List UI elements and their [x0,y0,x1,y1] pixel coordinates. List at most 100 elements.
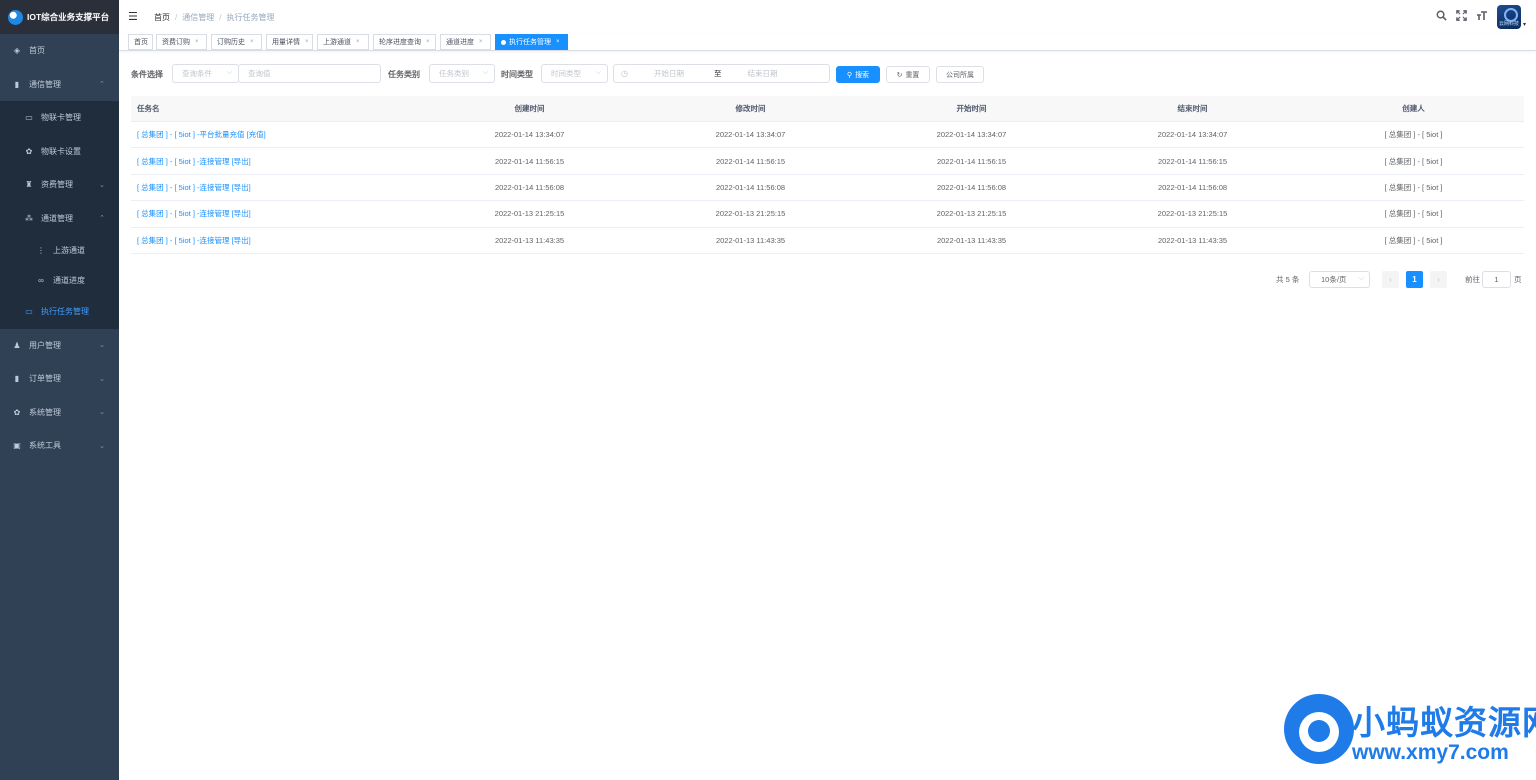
table-cell: [ 总集团 ] - [ 5iot ] [1384,209,1443,219]
table-cell: 2022-01-14 13:34:07 [715,130,786,140]
sidebar-item-10[interactable]: ▮ 订单管理 ⌄ [0,362,119,396]
close-icon[interactable]: × [479,39,483,45]
close-icon[interactable]: × [305,39,309,45]
task-name-link[interactable]: [ 总集团 ] - [ 5iot ] -连接管理 [导出] [131,235,419,246]
caret-down-icon[interactable]: ▾ [1523,21,1526,28]
sidebar-item-5[interactable]: ⁂ 通道管理 ⌃ [0,201,119,235]
search-icon: ⚲ [846,71,853,79]
sidebar-item-2[interactable]: ▭ 物联卡管理 [0,101,119,135]
table-row[interactable]: [ 总集团 ] - [ 5iot ] -连接管理 [导出] 2022-01-14 … [131,175,1524,202]
close-icon[interactable]: × [195,39,199,45]
page-size-select[interactable]: 10条/页 ⌵ [1309,271,1370,288]
reset-button[interactable]: ↻ 重置 [886,66,930,83]
navbar: ☰ 首页 / 通信管理 / 执行任务管理 云网科技 ▾ [119,0,1536,33]
tag-4[interactable]: 上游通道 × [317,34,369,50]
goto-page-input[interactable]: 1 [1482,271,1511,288]
table-cell: 2022-01-14 13:34:07 [1157,130,1228,140]
page-size-value: 10条/页 [1321,275,1347,284]
user-avatar[interactable]: 云网科技 [1496,5,1521,29]
column-header-creator[interactable]: 创建人 [1303,103,1524,114]
sidebar-item-1[interactable]: ▮ 通信管理 ⌃ [0,68,119,102]
close-icon[interactable]: × [356,39,360,45]
money-icon: ♜ [25,180,33,190]
tag-label: 订购历史 [217,39,245,46]
close-icon[interactable]: × [426,39,430,45]
breadcrumb-home[interactable]: 首页 [154,13,170,22]
column-header-created[interactable]: 创建时间 [419,103,640,114]
task-name-link[interactable]: [ 总集团 ] - [ 5iot ] -连接管理 [导出] [131,156,419,167]
chevron-up-icon: ⌃ [99,215,105,223]
sidebar-item-7[interactable]: ∞ 通道进度 [0,265,119,295]
sidebar-item-label: 物联卡管理 [41,113,81,123]
prev-page-button[interactable]: ‹ [1382,271,1399,288]
tag-label: 执行任务管理 [509,39,551,46]
table-row[interactable]: [ 总集团 ] - [ 5iot ] -平台批量充值 [充值] 2022-01-1… [131,122,1524,149]
tag-2[interactable]: 订购历史 × [211,34,262,50]
tag-0[interactable]: 首页 [128,34,153,50]
tag-5[interactable]: 轮序进度查询 × [373,34,436,50]
sidebar-item-label: 上游通道 [53,245,85,255]
table-cell: 2022-01-13 21:25:15 [1157,209,1228,219]
condition-label: 条件选择 [131,70,163,79]
column-header-task-name[interactable]: 任务名 [131,103,419,114]
chevron-down-icon: ⌄ [99,409,105,417]
sidebar-item-3[interactable]: ✿ 物联卡设置 [0,134,119,168]
dashboard-icon: ◈ [13,46,21,56]
search-button[interactable]: ⚲ 搜索 [836,66,880,83]
tag-3[interactable]: 用量详情 × [266,34,313,50]
tag-6[interactable]: 通道进度 × [440,34,491,50]
time-type-select[interactable]: 时间类型 ⌵ [541,64,608,83]
settings-icon: ✿ [13,407,21,417]
sidebar-item-4[interactable]: ♜ 资费管理 ⌄ [0,168,119,202]
task-type-select[interactable]: 任务类别 ⌵ [429,64,495,83]
date-range-picker[interactable]: ◷ 开始日期 至 结束日期 [613,64,830,83]
query-input[interactable]: 查询值 [238,64,381,83]
table-row[interactable]: [ 总集团 ] - [ 5iot ] -连接管理 [导出] 2022-01-13 … [131,201,1524,228]
search-icon[interactable] [1436,10,1447,24]
right-menu: 云网科技 ▾ [1427,5,1526,29]
sidebar-item-label: 通道管理 [41,213,73,223]
column-header-start[interactable]: 开始时间 [861,103,1082,114]
column-header-modified[interactable]: 修改时间 [640,103,861,114]
sidebar-item-0[interactable]: ◈ 首页 [0,34,119,68]
sidebar-item-label: 首页 [29,46,45,56]
table-cell: 2022-01-14 11:56:08 [936,182,1007,192]
page-1-button[interactable]: 1 [1406,271,1423,288]
task-name-link[interactable]: [ 总集团 ] - [ 5iot ] -连接管理 [导出] [131,208,419,219]
pagination-total: 共 5 条 [1276,275,1300,284]
tag-7[interactable]: 执行任务管理 × [495,34,568,50]
table-cell: 2022-01-14 13:34:07 [936,130,1007,140]
table-row[interactable]: [ 总集团 ] - [ 5iot ] -连接管理 [导出] 2022-01-14 … [131,148,1524,175]
next-page-button[interactable]: › [1430,271,1447,288]
tag-label: 资费订购 [162,39,190,46]
sidebar-item-8[interactable]: ▭ 执行任务管理 [0,295,119,329]
breadcrumb-comm[interactable]: 通信管理 [182,13,214,22]
table-cell: 2022-01-13 21:25:15 [715,209,786,219]
task-name-link[interactable]: [ 总集团 ] - [ 5iot ] -平台批量充值 [充值] [131,129,419,140]
condition-select[interactable]: 查询条件 ⌵ [172,64,239,83]
font-size-icon[interactable] [1476,10,1488,24]
clock-icon: ◷ [621,69,628,78]
tag-label: 首页 [134,39,148,46]
tag-1[interactable]: 资费订购 × [156,34,207,50]
company-button[interactable]: 公司所属 [936,66,984,83]
sidebar-item-11[interactable]: ✿ 系统管理 ⌄ [0,396,119,430]
sidebar-item-12[interactable]: ▣ 系统工具 ⌄ [0,429,119,463]
fullscreen-icon[interactable] [1456,10,1467,24]
hamburger-icon[interactable]: ☰ [128,10,138,23]
sidebar-item-9[interactable]: ♟ 用户管理 ⌄ [0,329,119,363]
app-logo[interactable]: IOT综合业务支撑平台 [0,0,119,34]
close-icon[interactable]: × [556,39,560,45]
column-header-end[interactable]: 结束时间 [1082,103,1303,114]
close-icon[interactable]: × [250,39,254,45]
refresh-icon: ↻ [896,71,903,79]
sidebar: IOT综合业务支撑平台 ◈ 首页 ▮ 通信管理 ⌃ ▭ 物联卡管理 ✿ 物联卡设置 ♜ 资费管理 ⌄ ⁂… [0,0,119,780]
task-name-link[interactable]: [ 总集团 ] - [ 5iot ] -连接管理 [导出] [131,182,419,193]
watermark-logo-icon [1284,694,1354,764]
card-icon: ▮ [14,79,20,89]
sidebar-menu: ◈ 首页 ▮ 通信管理 ⌃ ▭ 物联卡管理 ✿ 物联卡设置 ♜ 资费管理 ⌄ ⁂ 通道管理 ⌃ ⋮ 上游通道 ∞ 通… [0,34,119,463]
table-cell: 2022-01-14 11:56:15 [715,156,786,166]
table-row[interactable]: [ 总集团 ] - [ 5iot ] -连接管理 [导出] 2022-01-13 … [131,228,1524,254]
sidebar-item-6[interactable]: ⋮ 上游通道 [0,235,119,265]
logo-icon [8,9,23,25]
